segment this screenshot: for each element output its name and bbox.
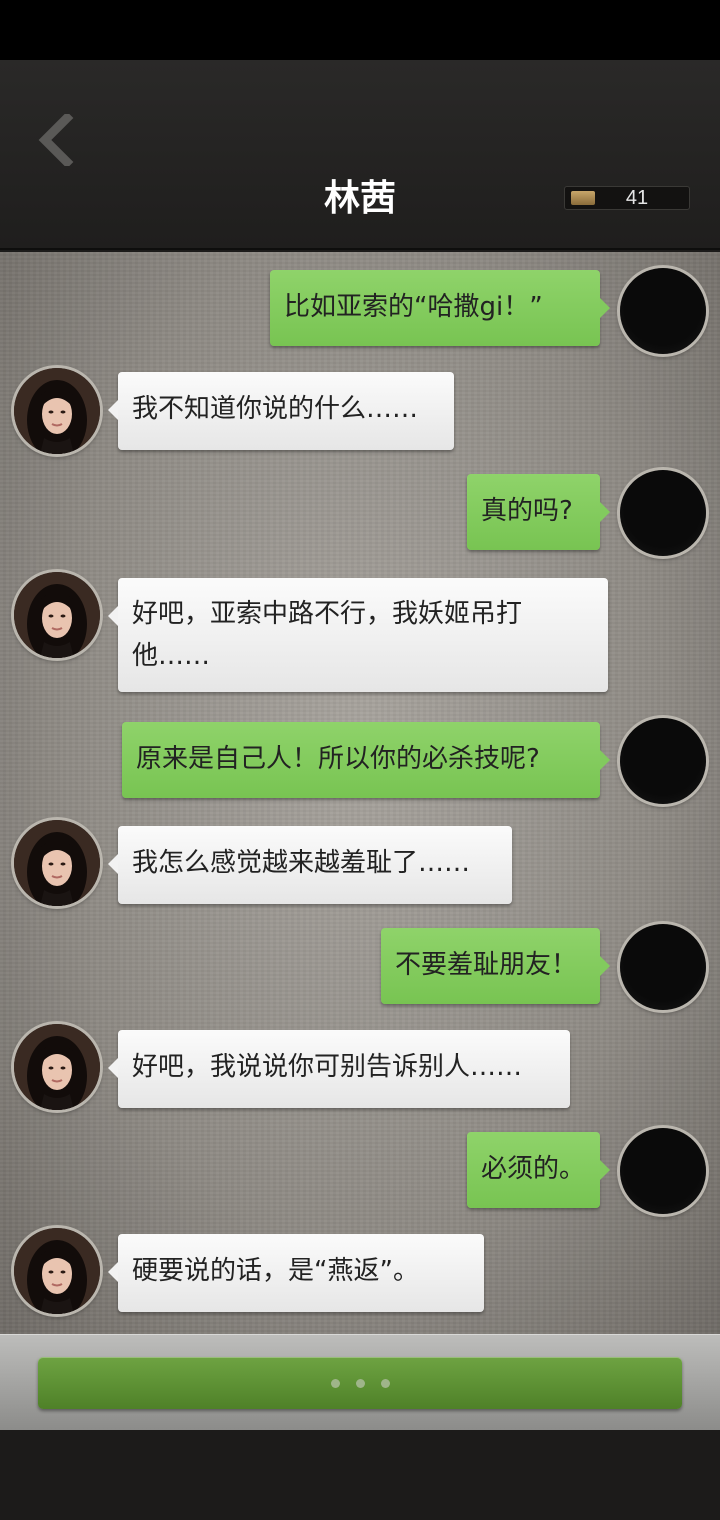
- message-bubble-received: 硬要说的话，是“燕返”。: [108, 1234, 484, 1312]
- message-text: 我不知道你说的什么……: [132, 394, 419, 424]
- message-text: 必须的。: [481, 1154, 586, 1184]
- message-bubble-received: 我不知道你说的什么……: [108, 372, 454, 450]
- message-text: 真的吗?: [481, 496, 573, 526]
- message-bubble-sent: 真的吗?: [467, 474, 610, 550]
- girl-portrait-icon: [14, 820, 100, 906]
- my-avatar[interactable]: [620, 1128, 706, 1214]
- contact-avatar[interactable]: [14, 1228, 100, 1314]
- girl-portrait-icon: [14, 1024, 100, 1110]
- typing-dot: [355, 1378, 365, 1388]
- message-bubble-received: 好吧，亚索中路不行，我妖姬吊打他……: [108, 578, 608, 692]
- bottom-bar: [0, 1430, 720, 1520]
- message-text: 好吧，我说说你可别告诉别人……: [132, 1052, 523, 1082]
- reply-bar: [0, 1334, 720, 1430]
- contact-avatar[interactable]: [14, 368, 100, 454]
- message-bubble-received: 好吧，我说说你可别告诉别人……: [108, 1030, 570, 1108]
- message-text: 我怎么感觉越来越羞耻了……: [132, 848, 471, 878]
- typing-dot: [330, 1378, 340, 1388]
- typing-dot: [380, 1378, 390, 1388]
- contact-avatar[interactable]: [14, 572, 100, 658]
- back-button[interactable]: [30, 110, 80, 170]
- message-text: 比如亚索的“哈撒gi！”: [284, 292, 543, 322]
- chevron-left-icon: [38, 114, 74, 166]
- message-text: 不要羞耻朋友！: [395, 950, 578, 980]
- message-bubble-sent: 原来是自己人！所以你的必杀技呢?: [122, 722, 610, 798]
- contact-avatar[interactable]: [14, 820, 100, 906]
- message-text: 原来是自己人！所以你的必杀技呢?: [136, 744, 540, 774]
- coin-counter: 41: [564, 186, 690, 210]
- my-avatar[interactable]: [620, 268, 706, 354]
- message-bubble-sent: 比如亚索的“哈撒gi！”: [270, 270, 610, 346]
- message-bubble-sent: 必须的。: [467, 1132, 610, 1208]
- message-bubble-received: 我怎么感觉越来越羞耻了……: [108, 826, 512, 904]
- contact-avatar[interactable]: [14, 1024, 100, 1110]
- message-bubble-sent: 不要羞耻朋友！: [381, 928, 610, 1004]
- my-avatar[interactable]: [620, 718, 706, 804]
- chat-area[interactable]: 比如亚索的“哈撒gi！” 我不知道你说的什么…… 真的吗? 好吧，亚索中路不行，…: [0, 252, 720, 1334]
- girl-portrait-icon: [14, 368, 100, 454]
- message-text: 硬要说的话，是“燕返”。: [132, 1256, 419, 1286]
- my-avatar[interactable]: [620, 470, 706, 556]
- coin-count: 41: [625, 186, 649, 209]
- girl-portrait-icon: [14, 1228, 100, 1314]
- status-bar: [0, 0, 720, 60]
- girl-portrait-icon: [14, 572, 100, 658]
- continue-button[interactable]: [38, 1357, 682, 1409]
- coin-icon: [571, 191, 595, 205]
- message-text: 好吧，亚索中路不行，我妖姬吊打他……: [132, 599, 523, 671]
- my-avatar[interactable]: [620, 924, 706, 1010]
